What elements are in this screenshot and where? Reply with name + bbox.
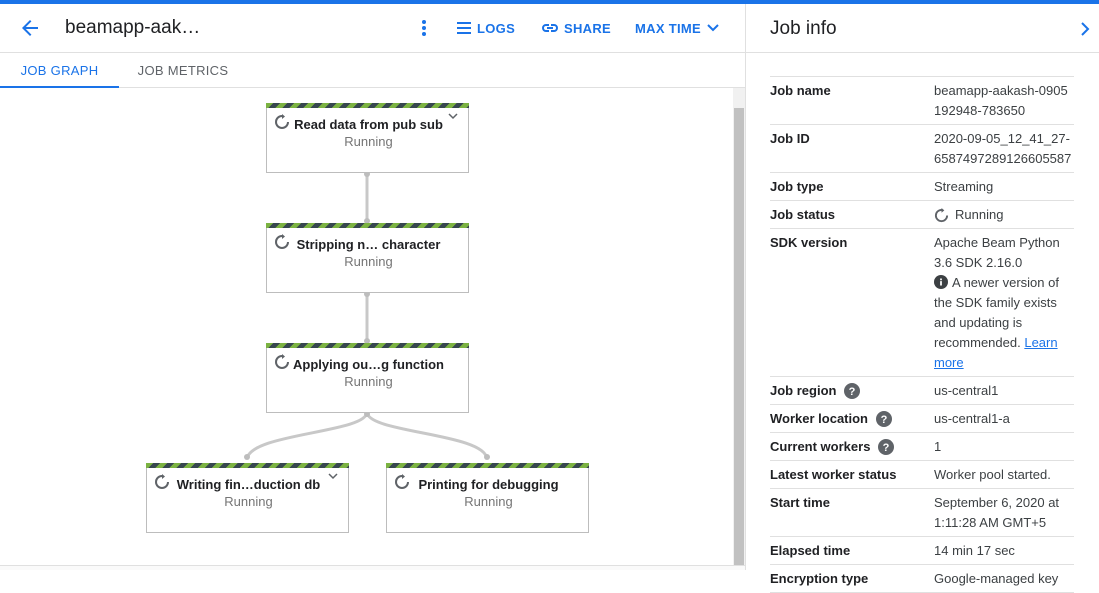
info-value: Apache Beam Python 3.6 SDK 2.16.0 A newe…: [934, 233, 1074, 373]
node-status: Running: [224, 494, 273, 509]
info-key: Job name: [770, 83, 831, 98]
running-stripe: [386, 463, 589, 468]
svg-text:?: ?: [881, 414, 888, 426]
info-row-job-region: Job region ? us-central1: [770, 377, 1074, 405]
graph-node-writing[interactable]: Writing fin…duction db Running: [146, 463, 349, 533]
info-row-current-workers: Current workers ? 1: [770, 433, 1074, 461]
info-row-job-name: Job name beamapp-aakash-0905192948-78365…: [770, 76, 1074, 125]
job-info-table: Job name beamapp-aakash-0905192948-78365…: [770, 76, 1074, 593]
info-value: Google-managed key: [934, 571, 1059, 586]
logs-list-icon: [457, 22, 471, 34]
info-icon: [934, 275, 948, 289]
info-key: Latest worker status: [770, 467, 897, 482]
node-title: Printing for debugging: [418, 477, 559, 492]
logs-button[interactable]: LOGS: [457, 18, 515, 38]
info-value: Streaming: [934, 179, 994, 194]
info-value: beamapp-aakash-0905192948-783650: [934, 83, 1068, 118]
info-row-worker-location: Worker location ? us-central1-a: [770, 405, 1074, 433]
job-status-text: Running: [955, 207, 1004, 222]
job-title: beamapp-aak…: [65, 17, 201, 38]
info-key: Job ID: [770, 131, 810, 146]
help-icon[interactable]: ?: [878, 439, 895, 455]
running-status-icon: [934, 207, 949, 222]
node-status: Running: [344, 374, 393, 389]
info-row-job-type: Job type Streaming: [770, 173, 1074, 201]
info-key: Job type: [770, 179, 824, 194]
info-value: us-central1: [934, 383, 999, 398]
max-time-label: MAX TIME: [635, 20, 701, 36]
svg-text:?: ?: [849, 386, 856, 398]
panel-header-divider: [746, 52, 1099, 53]
node-status: Running: [464, 494, 513, 509]
info-row-sdk-version: SDK version Apache Beam Python 3.6 SDK 2…: [770, 229, 1074, 377]
info-value: 2020-09-05_12_41_27-6587497289126605587: [934, 131, 1072, 166]
info-value: Worker pool started.: [934, 467, 1051, 482]
svg-text:?: ?: [883, 442, 890, 454]
info-key: Job region ?: [770, 381, 934, 401]
job-header: beamapp-aak… LOGS SHARE MAX TIME: [0, 4, 745, 52]
node-status: Running: [344, 254, 393, 269]
running-stripe: [266, 343, 469, 348]
info-key-label: Current workers: [770, 439, 871, 454]
info-row-start-time: Start time September 6, 2020 at 1:11:28 …: [770, 489, 1074, 537]
share-label: SHARE: [564, 20, 612, 36]
info-value: September 6, 2020 at 1:11:28 AM GMT+5: [934, 495, 1060, 530]
job-graph-pane: beamapp-aak… LOGS SHARE MAX TIME JOB GRA…: [0, 4, 745, 570]
info-row-latest-worker-status: Latest worker status Worker pool started…: [770, 461, 1074, 489]
max-time-dropdown[interactable]: MAX TIME: [635, 18, 719, 38]
info-key: Worker location ?: [770, 409, 934, 429]
tab-job-metrics[interactable]: JOB METRICS: [128, 53, 238, 88]
back-arrow-icon[interactable]: [18, 16, 42, 40]
info-key: Current workers ?: [770, 437, 934, 457]
bottom-divider: [0, 565, 745, 570]
share-button[interactable]: SHARE: [542, 18, 611, 38]
tab-bar: JOB GRAPH JOB METRICS: [0, 52, 745, 88]
graph-node-printing[interactable]: Printing for debugging Running: [386, 463, 589, 533]
logs-label: LOGS: [477, 20, 516, 36]
more-options-icon[interactable]: [416, 16, 432, 40]
job-graph-canvas[interactable]: Read data from pub sub Running Stripping…: [0, 88, 733, 565]
info-value: us-central1-a: [934, 411, 1010, 426]
info-key-label: Worker location: [770, 411, 869, 426]
help-icon[interactable]: ?: [876, 411, 893, 427]
sdk-version-text: Apache Beam Python 3.6 SDK 2.16.0: [934, 235, 1060, 270]
node-status: Running: [344, 134, 393, 149]
node-title: Applying ou…g function: [293, 357, 444, 372]
info-key: SDK version: [770, 235, 848, 250]
running-stripe: [146, 463, 349, 468]
chevron-right-icon[interactable]: [1076, 18, 1094, 40]
job-info-panel: Job info Job name beamapp-aakash-0905192…: [746, 4, 1099, 593]
info-row-elapsed-time: Elapsed time 14 min 17 sec: [770, 537, 1074, 565]
scrollbar-thumb[interactable]: [734, 108, 744, 565]
running-stripe: [266, 223, 469, 228]
chevron-down-icon[interactable]: [447, 110, 459, 122]
tab-job-graph[interactable]: JOB GRAPH: [0, 53, 119, 88]
graph-node-stripping[interactable]: Stripping n… character Running: [266, 223, 469, 293]
info-row-job-id: Job ID 2020-09-05_12_41_27-6587497289126…: [770, 125, 1074, 173]
info-key: Start time: [770, 495, 830, 510]
info-key: Elapsed time: [770, 543, 851, 558]
node-title: Stripping n… character: [296, 237, 441, 252]
info-key: Encryption type: [770, 571, 869, 586]
sdk-notice: A newer version of the SDK family exists…: [934, 273, 1074, 373]
info-value: 14 min 17 sec: [934, 543, 1015, 558]
graph-scrollbar[interactable]: [733, 88, 745, 565]
info-key: Job status: [770, 207, 836, 222]
node-title: Writing fin…duction db: [176, 477, 321, 492]
info-key-label: Job region: [770, 383, 837, 398]
chevron-down-icon[interactable]: [327, 470, 339, 482]
graph-node-applying[interactable]: Applying ou…g function Running: [266, 343, 469, 413]
help-icon[interactable]: ?: [844, 383, 861, 399]
panel-title: Job info: [770, 18, 837, 39]
node-title: Read data from pub sub: [294, 117, 443, 132]
info-value: 1: [934, 439, 942, 454]
info-row-encryption-type: Encryption type Google-managed key: [770, 565, 1074, 593]
graph-node-read-data[interactable]: Read data from pub sub Running: [266, 103, 469, 173]
info-value: Running: [934, 205, 1074, 225]
link-icon: [542, 24, 558, 32]
info-row-job-status: Job status Running: [770, 201, 1074, 229]
running-stripe: [266, 103, 469, 108]
chevron-down-icon: [707, 24, 719, 32]
